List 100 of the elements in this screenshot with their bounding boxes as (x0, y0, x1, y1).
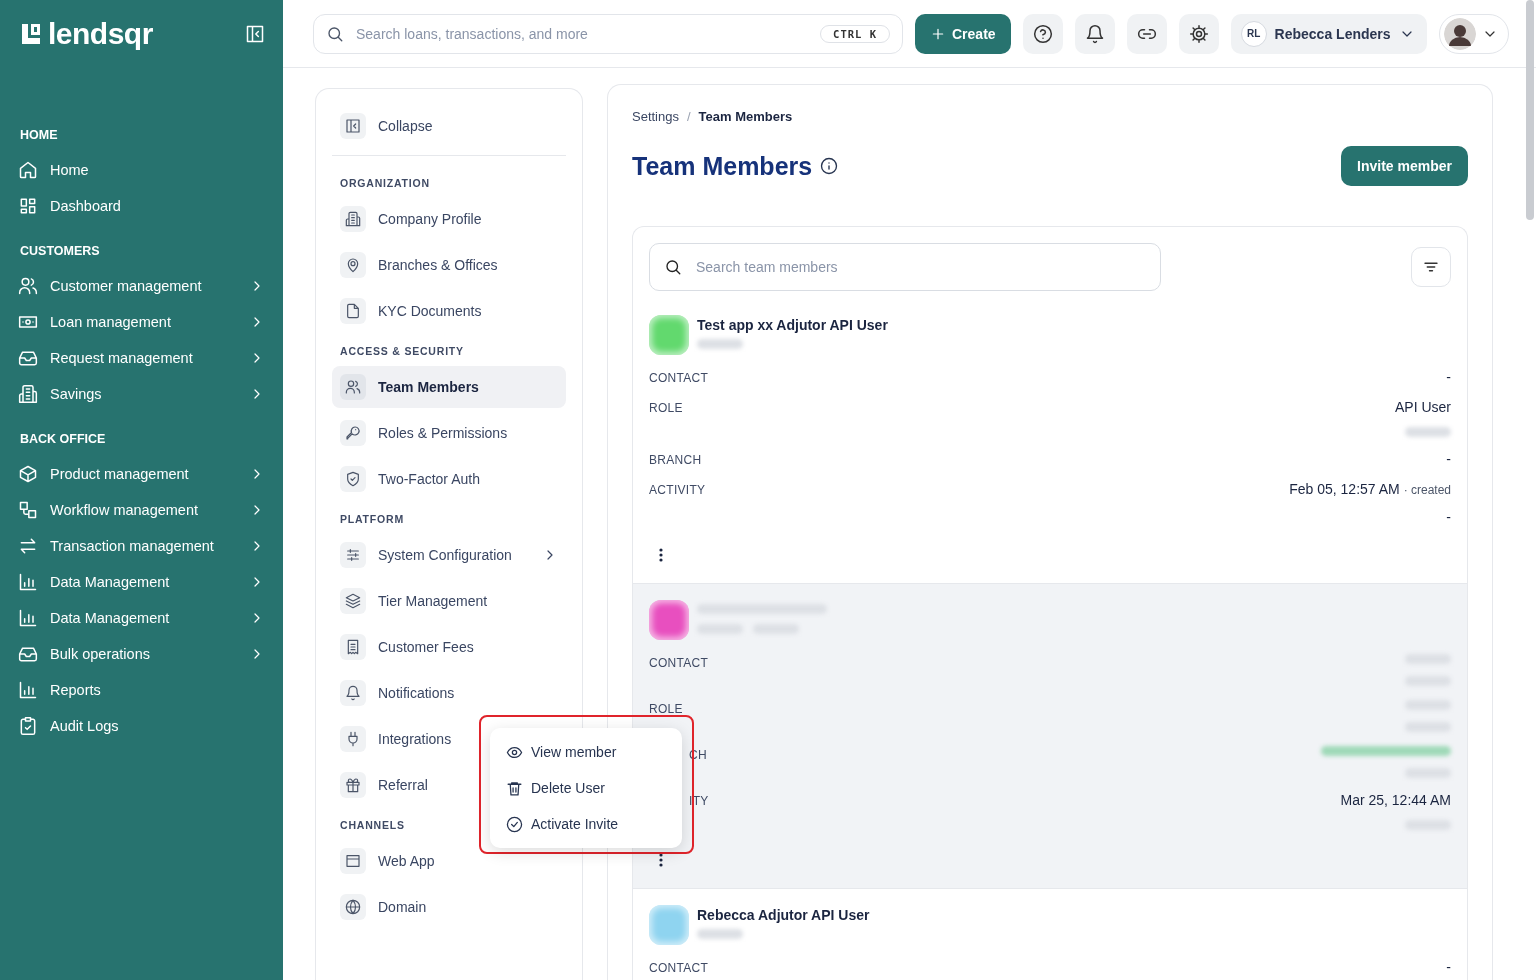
sidebar-item[interactable]: Reports (0, 672, 283, 708)
home-icon (18, 160, 38, 180)
field-value: Mar 25, 12:44 AM (1340, 792, 1451, 808)
help-button[interactable] (1022, 13, 1063, 54)
search-field[interactable]: Search team members (649, 243, 1161, 291)
settings-nav-item[interactable]: System Configuration (332, 534, 566, 576)
settings-nav-item[interactable]: Notifications (332, 672, 566, 714)
scrollbar[interactable] (1526, 0, 1534, 220)
workflow-icon (18, 500, 38, 520)
sidebar-item[interactable]: Transaction management (0, 528, 283, 564)
settings-icon (1188, 23, 1209, 44)
sidebar-item[interactable]: Product management (0, 456, 283, 492)
menu-item[interactable]: View member (490, 734, 682, 770)
field-label: CONTACT (649, 655, 709, 672)
menu-item[interactable]: Delete User (490, 770, 682, 806)
search-icon (326, 24, 344, 43)
settings-nav-item[interactable]: Company Profile (332, 198, 566, 240)
field-value: - (1446, 509, 1451, 525)
key-icon (345, 425, 361, 441)
field-label: CONTACT (649, 370, 709, 385)
section-heading: BACK OFFICE (19, 431, 107, 448)
sidebar-item[interactable]: Workflow management (0, 492, 283, 528)
location-pin-icon (345, 257, 361, 273)
settings-nav-item[interactable]: KYC Documents (332, 290, 566, 332)
document-icon (345, 303, 361, 319)
bar-chart-icon (18, 680, 38, 700)
settings-nav-item[interactable]: Roles & Permissions (332, 412, 566, 454)
link-button[interactable] (1126, 13, 1167, 54)
arrows-icon (18, 536, 38, 556)
field-label: ROLE (649, 400, 683, 417)
gift-icon (345, 777, 361, 793)
field-value: - (1446, 959, 1451, 975)
sidebar-item[interactable]: Data Management (0, 564, 283, 600)
create-button[interactable]: Create (915, 13, 1011, 54)
sidebar-item[interactable]: Audit Logs (0, 708, 283, 744)
building-icon (345, 211, 361, 227)
field-label: CONTACT (649, 960, 709, 975)
settings-nav-item[interactable]: Branches & Offices (332, 244, 566, 286)
breadcrumb-item[interactable]: Settings (632, 109, 679, 124)
settings-nav-item[interactable]: Domain (332, 886, 566, 928)
settings-nav-item[interactable]: Two-Factor Auth (332, 458, 566, 500)
sidebar-item[interactable]: Savings (0, 376, 283, 412)
field-value: - (1446, 369, 1451, 385)
search-icon (664, 258, 682, 276)
bar-chart-icon (18, 608, 38, 628)
page-title: Team Members (632, 151, 813, 181)
sidebar-item[interactable]: Bulk operations (0, 636, 283, 672)
breadcrumb-item: Team Members (698, 109, 793, 124)
settings-nav-item[interactable]: Team Members (332, 366, 566, 408)
avatar (1443, 17, 1476, 50)
initials-badge: RL (1240, 20, 1267, 47)
search-input[interactable]: Search loans, transactions, and more (354, 24, 811, 43)
plug-icon (345, 731, 361, 747)
blurred-text (1405, 427, 1451, 437)
collapse-button[interactable]: Collapse (332, 105, 566, 147)
field-value: API User (1395, 399, 1451, 415)
box-icon (18, 464, 38, 484)
receipt-icon (345, 639, 361, 655)
breadcrumb-separator: / (687, 109, 691, 124)
filter-button[interactable] (1411, 247, 1451, 287)
search-input[interactable]: Search team members (694, 258, 1146, 276)
search-field[interactable]: Search loans, transactions, and more CTRL K (313, 13, 903, 54)
help-icon (1032, 23, 1053, 44)
settings-nav-item[interactable]: Tier Management (332, 580, 566, 622)
inbox-icon (18, 348, 38, 368)
collapse-icon (345, 118, 361, 134)
bell-icon (345, 685, 361, 701)
section-heading: ACCESS & SECURITY (339, 344, 464, 359)
member-name: Test app xx Adjutor API User (697, 316, 888, 333)
member-name: Rebecca Adjutor API User (697, 906, 870, 923)
collapse-icon (245, 24, 265, 44)
menu-item[interactable]: Activate Invite (490, 806, 682, 842)
settings-button[interactable] (1178, 13, 1219, 54)
sidebar-item[interactable]: Customer management (0, 268, 283, 304)
sidebar-item[interactable]: Loan management (0, 304, 283, 340)
more-icon (659, 853, 663, 867)
info-icon (820, 157, 839, 175)
profile-menu-button[interactable] (1438, 13, 1509, 54)
field-label: ACTIVITY (649, 482, 706, 499)
section-heading: CUSTOMERS (19, 243, 101, 260)
bell-icon (1084, 23, 1105, 44)
logo-icon (20, 22, 42, 46)
field-value: - (1446, 451, 1451, 467)
sidebar-item[interactable]: Data Management (0, 600, 283, 636)
invite-member-button[interactable]: Invite member (1341, 146, 1468, 186)
trash-icon (506, 779, 523, 797)
field-value: Feb 05, 12:57 AM · created (1289, 481, 1451, 497)
sidebar-item[interactable]: Home (0, 152, 283, 188)
sidebar-item[interactable]: Dashboard (0, 188, 283, 224)
more-icon (659, 548, 663, 562)
notifications-button[interactable] (1074, 13, 1115, 54)
building-icon (18, 384, 38, 404)
settings-nav-item[interactable]: Customer Fees (332, 626, 566, 668)
account-switcher[interactable]: RL Rebecca Lenders (1230, 13, 1427, 54)
sidebar-item[interactable]: Request management (0, 340, 283, 376)
layers-icon (345, 593, 361, 609)
section-heading: ORGANIZATION (339, 176, 430, 191)
grid-icon (18, 196, 38, 216)
sliders-icon (345, 547, 361, 563)
clipboard-icon (18, 716, 38, 736)
